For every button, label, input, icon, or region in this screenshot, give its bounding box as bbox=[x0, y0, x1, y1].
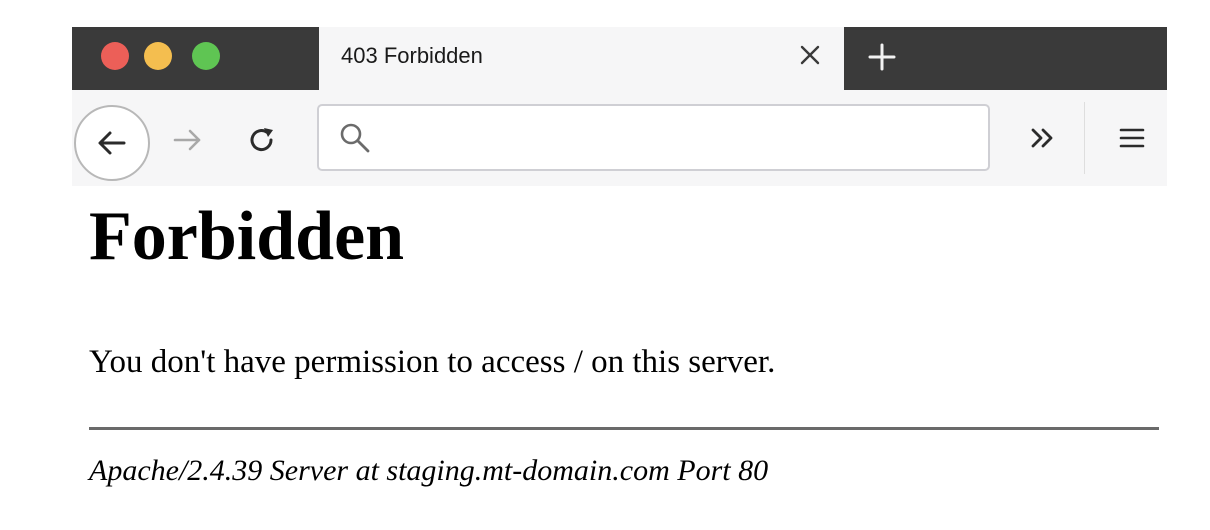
reload-icon bbox=[250, 128, 273, 152]
plus-icon[interactable] bbox=[860, 35, 904, 79]
window-close-button[interactable] bbox=[101, 42, 129, 70]
hamburger-menu-icon bbox=[1119, 128, 1145, 148]
reload-button[interactable] bbox=[242, 120, 282, 160]
window-zoom-button[interactable] bbox=[192, 42, 220, 70]
address-input[interactable] bbox=[385, 116, 979, 160]
browser-window: 403 Forbidden Forbidden You don't have p… bbox=[72, 27, 1167, 530]
forward-button[interactable] bbox=[168, 120, 208, 160]
tab-bar: 403 Forbidden bbox=[72, 27, 1167, 90]
window-minimize-button[interactable] bbox=[144, 42, 172, 70]
toolbar-divider bbox=[1084, 102, 1085, 174]
close-icon[interactable] bbox=[794, 39, 826, 71]
search-icon bbox=[340, 123, 370, 153]
error-message: You don't have permission to access / on… bbox=[89, 344, 776, 380]
page-title: Forbidden bbox=[89, 198, 405, 275]
address-bar[interactable] bbox=[317, 104, 990, 171]
arrow-right-icon bbox=[173, 129, 201, 151]
main-menu-button[interactable] bbox=[1112, 118, 1152, 158]
server-signature: Apache/2.4.39 Server at staging.mt-domai… bbox=[89, 454, 769, 487]
arrow-left-icon bbox=[98, 131, 126, 155]
back-button[interactable] bbox=[74, 105, 150, 181]
tab-title: 403 Forbidden bbox=[341, 43, 483, 68]
divider bbox=[89, 427, 1159, 430]
tab-active[interactable]: 403 Forbidden bbox=[319, 27, 844, 90]
navigation-toolbar bbox=[72, 90, 1167, 186]
overflow-menu-button[interactable] bbox=[1022, 118, 1062, 158]
page-content: Forbidden You don't have permission to a… bbox=[72, 186, 1167, 530]
double-chevron-right-icon bbox=[1031, 128, 1053, 148]
